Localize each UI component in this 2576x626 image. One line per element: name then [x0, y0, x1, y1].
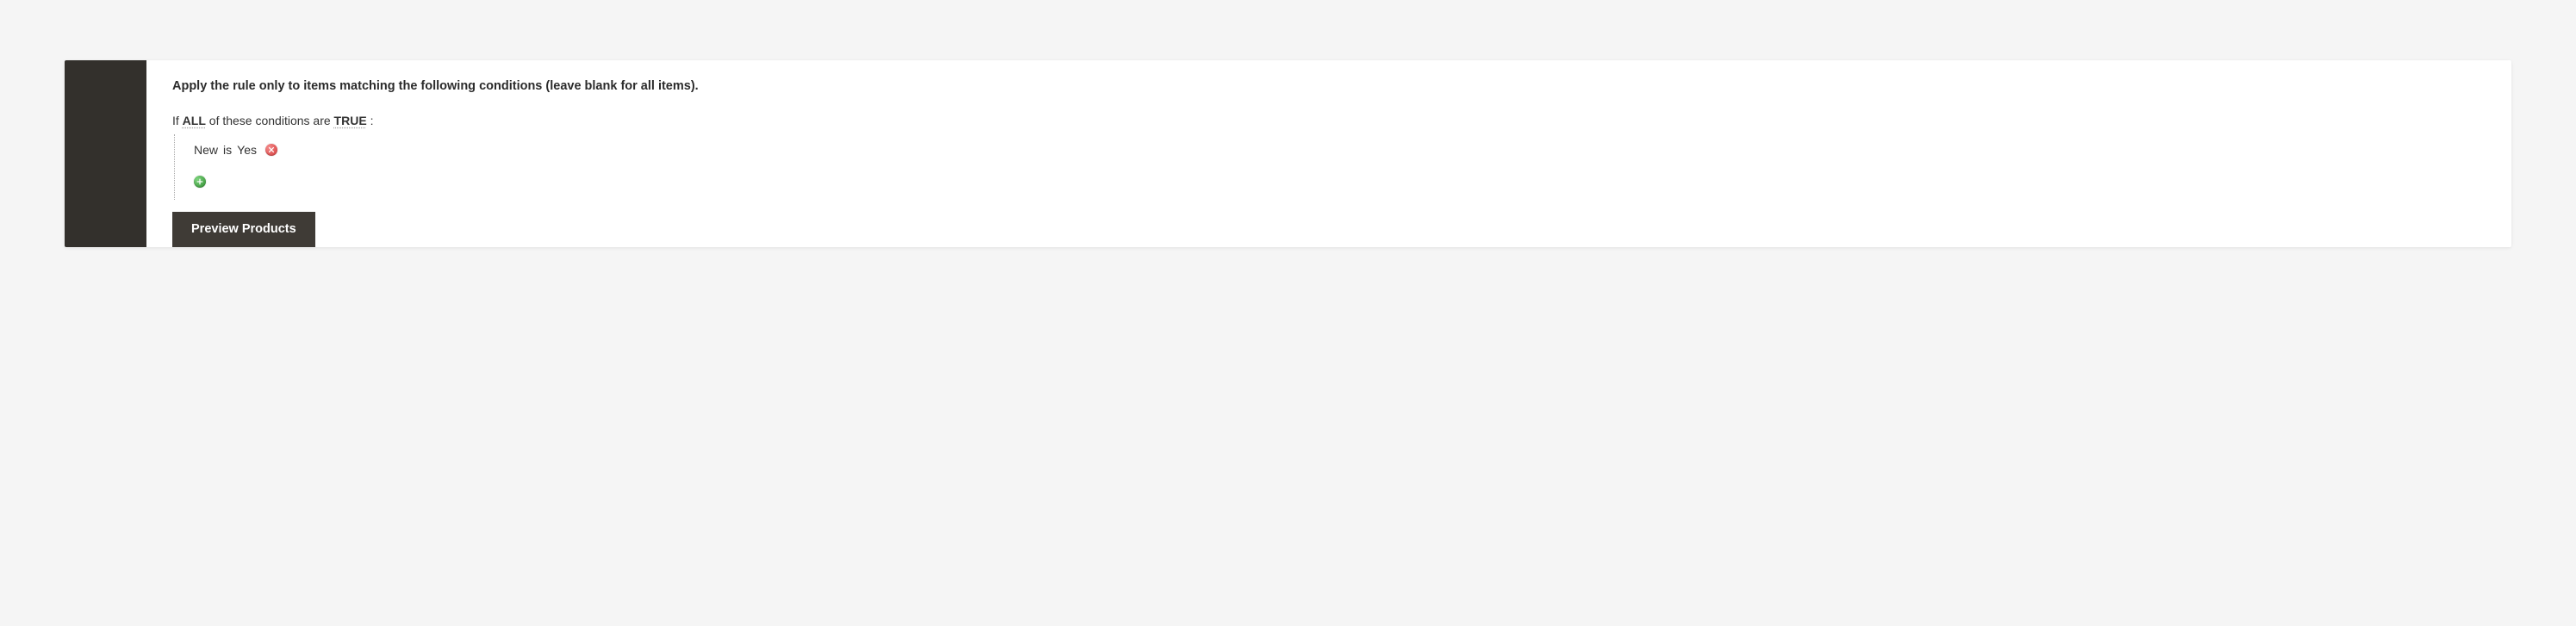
aggregator-value-selector[interactable]: TRUE — [334, 114, 367, 127]
panel-sidebar — [65, 60, 146, 247]
condition-value[interactable]: Yes — [237, 143, 257, 157]
remove-condition-icon[interactable] — [265, 144, 277, 156]
rule-conditions-panel: Apply the rule only to items matching th… — [65, 60, 2511, 247]
add-condition-icon[interactable] — [194, 176, 206, 188]
condition-aggregator-row: If ALL of these conditions are TRUE : — [172, 114, 2486, 127]
conditions-heading: Apply the rule only to items matching th… — [172, 79, 2486, 93]
condition-row: New is Yes — [194, 139, 2486, 160]
add-condition-row — [194, 170, 2486, 195]
aggregator-suffix: : — [370, 114, 374, 127]
preview-products-button[interactable]: Preview Products — [172, 212, 315, 247]
condition-attribute[interactable]: New — [194, 143, 218, 157]
aggregator-mid: of these conditions are — [209, 114, 331, 127]
condition-tree: New is Yes — [174, 134, 2486, 200]
aggregator-prefix: If — [172, 114, 179, 127]
panel-content: Apply the rule only to items matching th… — [146, 60, 2511, 247]
aggregator-all-selector[interactable]: ALL — [183, 114, 206, 127]
condition-operator[interactable]: is — [223, 143, 232, 157]
